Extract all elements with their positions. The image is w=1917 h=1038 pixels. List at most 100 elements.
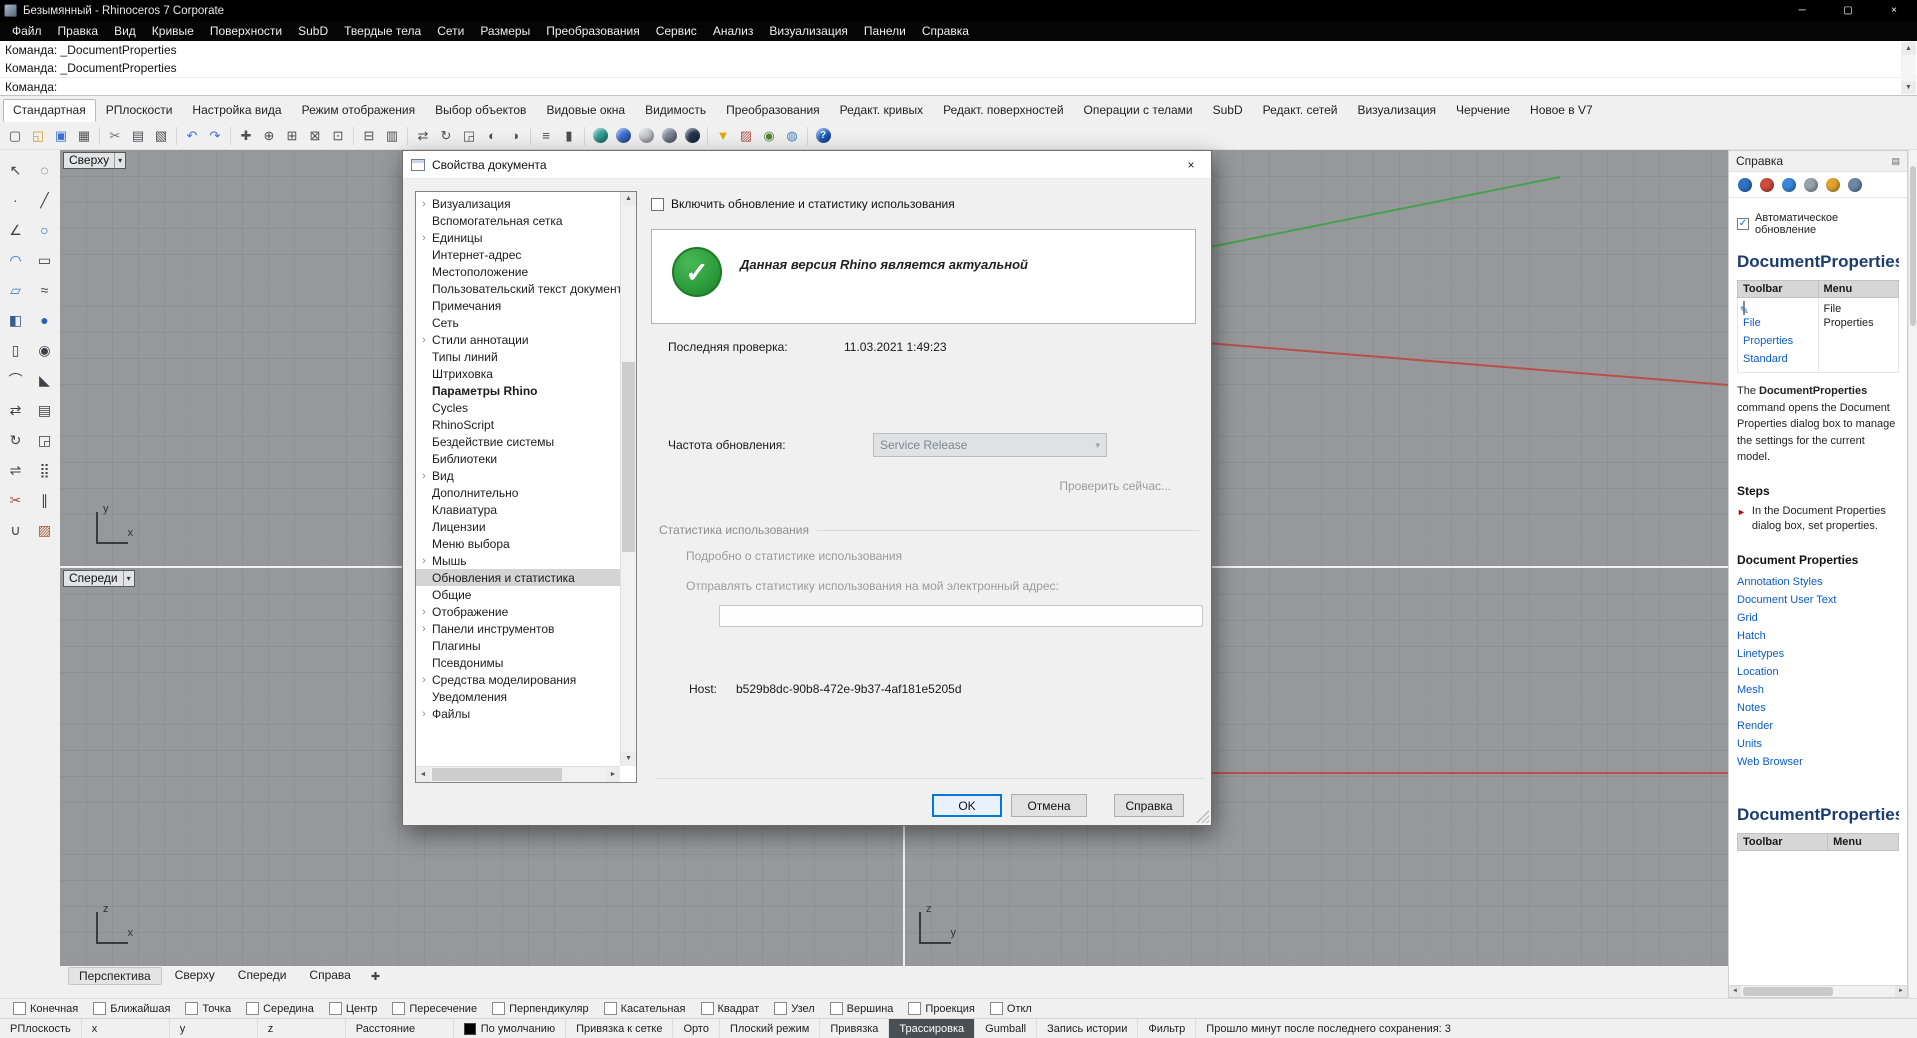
- osnap-checkbox[interactable]: Конечная: [13, 1002, 78, 1015]
- menu-item[interactable]: Поверхности: [202, 21, 290, 41]
- render-panel-icon[interactable]: [1738, 178, 1752, 192]
- array-tool-icon[interactable]: ⣿: [32, 456, 58, 484]
- status-cell[interactable]: y: [170, 1019, 258, 1038]
- toolbar-tab[interactable]: SubD: [1203, 99, 1253, 122]
- undo-icon[interactable]: ↶: [181, 125, 203, 147]
- materials-panel-icon[interactable]: [1760, 178, 1774, 192]
- trim-tool-icon[interactable]: ✂: [3, 486, 29, 514]
- viewport-title-front[interactable]: Спереди ▾: [63, 570, 135, 587]
- help-link[interactable]: Standard: [1743, 350, 1813, 368]
- help-link[interactable]: Units: [1737, 735, 1899, 753]
- box-tool-icon[interactable]: ◧: [3, 306, 29, 334]
- scroll-up-icon[interactable]: ▲: [621, 192, 636, 206]
- osnap-checkbox[interactable]: Узел: [774, 1002, 814, 1015]
- scroll-right-icon[interactable]: ►: [1895, 986, 1907, 997]
- toolbar-tab[interactable]: Видимость: [635, 99, 716, 122]
- tree-expand-icon[interactable]: ›: [416, 334, 432, 346]
- scroll-left-icon[interactable]: ◄: [1729, 986, 1741, 997]
- status-cell[interactable]: Расстояние: [346, 1019, 454, 1038]
- rotate-tool-icon[interactable]: ↻: [3, 426, 29, 454]
- tree-item[interactable]: › Отображение: [416, 603, 620, 620]
- line-tool-icon[interactable]: ╱: [32, 186, 58, 214]
- scroll-down-icon[interactable]: ▼: [621, 752, 636, 766]
- status-cell[interactable]: Фильтр: [1138, 1019, 1196, 1038]
- toolbar-tab[interactable]: Редакт. кривых: [830, 99, 933, 122]
- toolbar-icon[interactable]: [527, 125, 534, 147]
- menu-item[interactable]: Файл: [4, 21, 50, 41]
- tree-item[interactable]: Бездействие системы: [416, 433, 620, 450]
- toolbar-icon[interactable]: [96, 125, 103, 147]
- lasso-tool-icon[interactable]: ◌: [32, 156, 58, 184]
- toolbar-tab[interactable]: Черчение: [1446, 99, 1520, 122]
- new-file-icon[interactable]: ▢: [4, 125, 26, 147]
- scroll-left-icon[interactable]: ◄: [416, 767, 430, 782]
- rectangle-tool-icon[interactable]: ▭: [32, 246, 58, 274]
- status-cell[interactable]: Орто: [673, 1019, 719, 1038]
- move-tool-icon[interactable]: ⇄: [3, 396, 29, 424]
- circle-tool-icon[interactable]: ○: [32, 216, 58, 244]
- menu-item[interactable]: Панели: [856, 21, 914, 41]
- status-cell[interactable]: По умолчанию: [454, 1019, 566, 1038]
- loft-tool-icon[interactable]: ≈: [32, 276, 58, 304]
- menu-item[interactable]: Справка: [914, 21, 977, 41]
- tree-item[interactable]: Лицензии: [416, 518, 620, 535]
- menu-item[interactable]: Кривые: [144, 21, 202, 41]
- page-panel-icon[interactable]: [1848, 178, 1862, 192]
- scale-tool-icon[interactable]: ◲: [32, 426, 58, 454]
- help-link[interactable]: Grid: [1737, 609, 1899, 627]
- new-viewport-tab-button[interactable]: ✚: [364, 970, 387, 983]
- tree-expand-icon[interactable]: ›: [416, 708, 432, 720]
- menu-item[interactable]: Сервис: [648, 21, 705, 41]
- tree-item[interactable]: Местоположение: [416, 263, 620, 280]
- viewport-layout-icon[interactable]: ⊟: [358, 125, 380, 147]
- selection-filter-icon[interactable]: ▼: [712, 125, 734, 147]
- select-tool-icon[interactable]: ↖: [3, 156, 29, 184]
- scale-icon[interactable]: ◲: [458, 125, 480, 147]
- tree-item[interactable]: Cycles: [416, 399, 620, 416]
- toolbar-tab[interactable]: Выбор объектов: [425, 99, 536, 122]
- show-hide-icon[interactable]: ◐: [481, 125, 503, 147]
- fillet-tool-icon[interactable]: ⌒: [3, 366, 29, 394]
- tree-expand-icon[interactable]: ›: [416, 606, 432, 618]
- command-scrollbar[interactable]: ▲ ▼: [1901, 42, 1916, 94]
- menu-item[interactable]: SubD: [290, 21, 336, 41]
- point-tool-icon[interactable]: ∙: [3, 186, 29, 214]
- tree-expand-icon[interactable]: ›: [416, 623, 432, 635]
- help-link[interactable]: Notes: [1737, 699, 1899, 717]
- paste-icon[interactable]: ▧: [150, 125, 172, 147]
- cylinder-tool-icon[interactable]: ▯: [3, 336, 29, 364]
- toolbar-tab[interactable]: Операции с телами: [1074, 99, 1203, 122]
- osnap-checkbox[interactable]: Откл: [990, 1002, 1032, 1015]
- tree-item[interactable]: Штриховка: [416, 365, 620, 382]
- chevron-down-icon[interactable]: ▾: [114, 153, 125, 168]
- mirror-tool-icon[interactable]: ⇌: [3, 456, 29, 484]
- status-cell[interactable]: Привязка к сетке: [566, 1019, 673, 1038]
- toolbar-icon[interactable]: [804, 125, 811, 147]
- window-titlebar[interactable]: Безымянный - Rhinoceros 7 Corporate ─ ▢ …: [0, 0, 1917, 21]
- statistics-details-link[interactable]: Подробно о статистике использования: [686, 549, 902, 563]
- tree-item[interactable]: Меню выбора: [416, 535, 620, 552]
- viewport-title-top[interactable]: Сверху ▾: [63, 152, 126, 169]
- tree-item[interactable]: › Визуализация: [416, 195, 620, 212]
- status-cell[interactable]: x: [82, 1019, 170, 1038]
- toolbar-tab[interactable]: Редакт. поверхностей: [933, 99, 1073, 122]
- status-cell[interactable]: РПлоскость: [0, 1019, 82, 1038]
- help-button[interactable]: Справка: [1114, 794, 1184, 817]
- viewport-tab[interactable]: Справа: [299, 967, 360, 985]
- toolbar-icon[interactable]: [173, 125, 180, 147]
- tree-item[interactable]: Пользовательский текст документа: [416, 280, 620, 297]
- status-cell[interactable]: z: [258, 1019, 346, 1038]
- zoom-dynamic-icon[interactable]: ⊕: [258, 125, 280, 147]
- menu-item[interactable]: Преобразования: [538, 21, 648, 41]
- options-icon[interactable]: ◉: [758, 125, 780, 147]
- maximize-button[interactable]: ▢: [1825, 0, 1871, 21]
- tree-item[interactable]: › Вид: [416, 467, 620, 484]
- hatch-tool-icon[interactable]: ▨: [32, 516, 58, 544]
- help-link[interactable]: Properties: [1743, 332, 1813, 350]
- tree-item[interactable]: › Файлы: [416, 705, 620, 722]
- scroll-right-icon[interactable]: ►: [606, 767, 620, 782]
- print-icon[interactable]: ▦: [73, 125, 95, 147]
- redo-icon[interactable]: ↷: [204, 125, 226, 147]
- toolbar-tab[interactable]: Стандартная: [3, 99, 96, 122]
- ok-button[interactable]: OK: [932, 794, 1002, 817]
